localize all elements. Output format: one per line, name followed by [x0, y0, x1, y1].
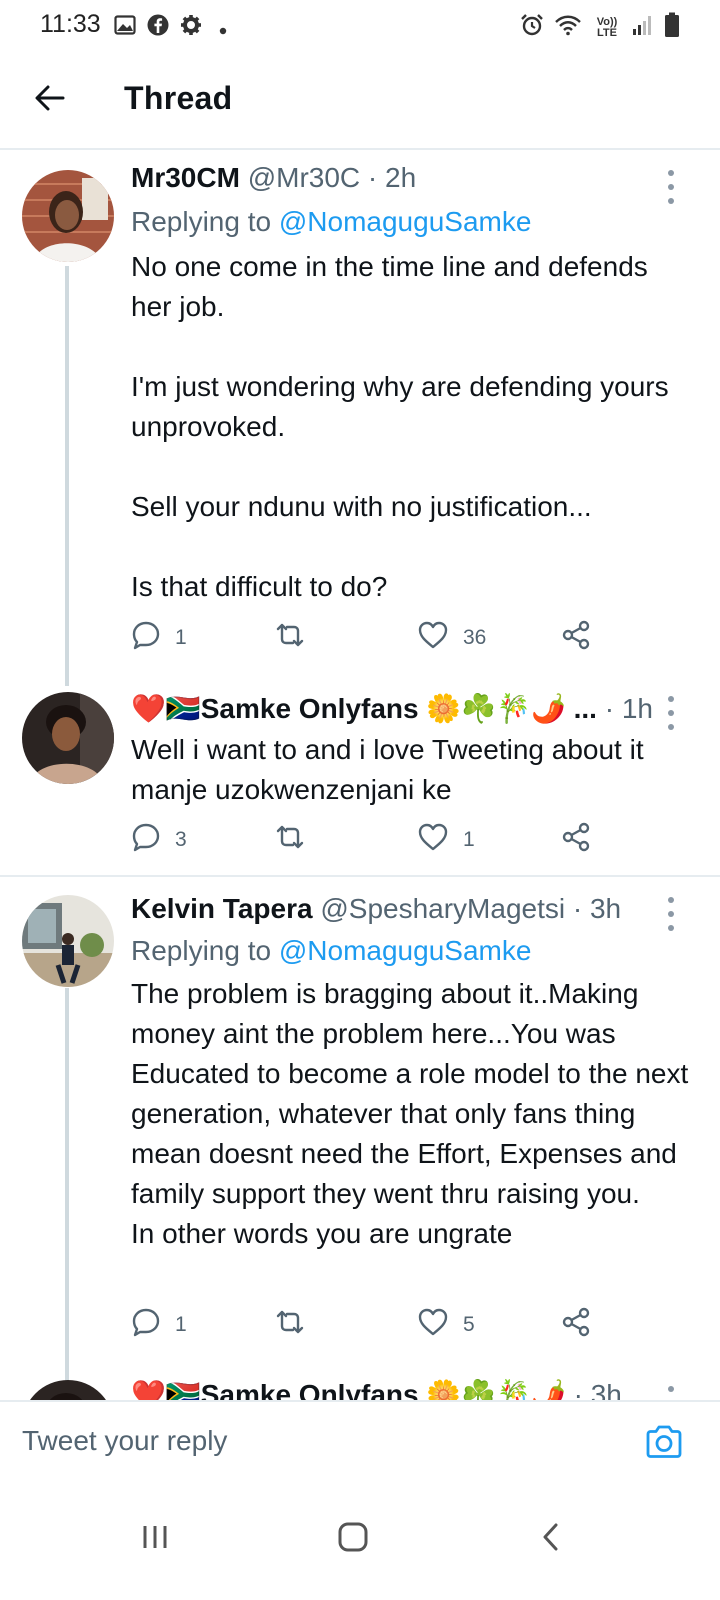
- like-count: 36: [463, 626, 487, 649]
- retweet-button[interactable]: [273, 822, 321, 858]
- share-button[interactable]: [561, 822, 591, 858]
- dot-icon: [219, 22, 227, 40]
- author-name[interactable]: Mr30CM: [131, 162, 240, 193]
- system-back-button[interactable]: [525, 1514, 575, 1564]
- tweet-header: ❤️🇿🇦Samke Onlyfans 🌼☘️🎋🌶️ · 3h: [131, 1378, 670, 1400]
- author-meta: @Mr30C · 2h: [239, 162, 417, 193]
- wifi-icon: [554, 14, 582, 41]
- like-count: 1: [463, 828, 475, 851]
- share-icon: [561, 620, 591, 656]
- more-options-button[interactable]: [662, 696, 680, 730]
- alarm-icon: [520, 13, 544, 42]
- arrow-left-icon: [35, 85, 65, 116]
- reply-icon: [131, 620, 161, 656]
- author-name[interactable]: Kelvin Tapera: [131, 893, 313, 924]
- like-button[interactable]: 5: [417, 1307, 475, 1343]
- back-button[interactable]: [28, 78, 72, 122]
- settings-icon: [180, 14, 202, 41]
- reply-button[interactable]: 3: [131, 822, 187, 858]
- like-button[interactable]: 1: [417, 822, 475, 858]
- replying-to: Replying to @NomaguguSamke: [131, 206, 531, 238]
- facebook-icon: [147, 14, 169, 41]
- replying-prefix: Replying to: [131, 935, 279, 966]
- system-nav-bar: [0, 1476, 720, 1600]
- retweet-button[interactable]: [273, 1307, 321, 1343]
- like-button[interactable]: 36: [417, 620, 486, 656]
- replying-prefix: Replying to: [131, 206, 279, 237]
- battery-icon: [664, 12, 680, 43]
- heart-icon: [417, 620, 449, 656]
- recent-apps-button[interactable]: [130, 1514, 180, 1564]
- thread-connector: [65, 266, 69, 686]
- tweet-header: Mr30CM @Mr30C · 2h: [131, 162, 670, 194]
- reply-icon: [131, 822, 161, 858]
- replying-handle[interactable]: @NomaguguSamke: [279, 935, 532, 966]
- reply-count: 1: [175, 626, 187, 649]
- author-meta: · 3h: [565, 1379, 622, 1400]
- tweet-item[interactable]: ❤️🇿🇦Samke Onlyfans 🌼☘️🎋🌶️ ... · 1h Well …: [0, 680, 720, 875]
- tweet-text: Well i want to and i love Tweeting about…: [131, 734, 644, 805]
- author-name[interactable]: ❤️🇿🇦Samke Onlyfans 🌼☘️🎋🌶️: [131, 1379, 566, 1400]
- author-meta: · 1h: [596, 693, 653, 724]
- tweet-item[interactable]: ❤️🇿🇦Samke Onlyfans 🌼☘️🎋🌶️ · 3h: [0, 1378, 720, 1400]
- heart-icon: [417, 1307, 449, 1343]
- thread-header: Thread: [0, 56, 720, 150]
- retweet-icon: [273, 822, 307, 858]
- more-options-button[interactable]: [662, 1386, 680, 1400]
- heart-icon: [417, 822, 449, 858]
- reply-button[interactable]: 1: [131, 1307, 187, 1343]
- tweet-header: ❤️🇿🇦Samke Onlyfans 🌼☘️🎋🌶️ ... · 1h: [131, 692, 670, 725]
- volte-label: Vo)) LTE: [596, 15, 618, 39]
- retweet-icon: [273, 620, 307, 656]
- reply-count: 1: [175, 1313, 187, 1336]
- volte-icon: Vo)) LTE: [592, 15, 622, 39]
- avatar[interactable]: [22, 170, 114, 262]
- replying-handle[interactable]: @NomaguguSamke: [279, 206, 532, 237]
- status-time: 11:33: [40, 10, 101, 38]
- status-bar: 11:33 Vo)) LTE: [0, 0, 720, 56]
- recent-apps-icon: [140, 1524, 170, 1555]
- share-button[interactable]: [561, 1307, 591, 1343]
- retweet-button[interactable]: [273, 620, 321, 656]
- avatar[interactable]: [22, 1380, 114, 1400]
- author-meta: @SpesharyMagetsi · 3h: [312, 893, 622, 924]
- more-options-button[interactable]: [662, 897, 680, 931]
- reply-icon: [131, 1307, 161, 1343]
- reply-count: 3: [175, 828, 187, 851]
- retweet-icon: [273, 1307, 307, 1343]
- reply-input[interactable]: [22, 1420, 622, 1462]
- reply-bar: [0, 1400, 720, 1478]
- tweet-text: The problem is bragging about it..Making…: [131, 978, 689, 1249]
- share-icon: [561, 822, 591, 858]
- tweet-item[interactable]: Kelvin Tapera @SpesharyMagetsi · 3h Repl…: [0, 880, 720, 1388]
- back-icon: [540, 1522, 560, 1557]
- status-icons-right: Vo)) LTE: [520, 12, 680, 43]
- thread-connector: [65, 988, 69, 1388]
- signal-icon: [632, 14, 654, 41]
- tweet-divider: [0, 875, 720, 877]
- tweet-actions: 1 5: [131, 1307, 601, 1343]
- avatar[interactable]: [22, 895, 114, 987]
- author-name[interactable]: ❤️🇿🇦Samke Onlyfans 🌼☘️🎋🌶️ ...: [131, 693, 597, 724]
- share-icon: [561, 1307, 591, 1343]
- thread-list[interactable]: Mr30CM @Mr30C · 2h Replying to @Nomagugu…: [0, 150, 720, 1400]
- tweet-text: No one come in the time line and defends…: [131, 251, 669, 602]
- share-button[interactable]: [561, 620, 591, 656]
- home-icon: [337, 1521, 369, 1558]
- replying-to: Replying to @NomaguguSamke: [131, 935, 531, 967]
- like-count: 5: [463, 1313, 475, 1336]
- gallery-icon: [114, 14, 136, 41]
- tweet-header: Kelvin Tapera @SpesharyMagetsi · 3h: [131, 893, 670, 925]
- avatar[interactable]: [22, 692, 114, 784]
- tweet-actions: 3 1: [131, 822, 601, 858]
- camera-icon: [644, 1425, 684, 1466]
- tweet-actions: 1 36: [131, 620, 601, 656]
- more-options-button[interactable]: [662, 170, 680, 204]
- tweet-item[interactable]: Mr30CM @Mr30C · 2h Replying to @Nomagugu…: [0, 150, 720, 686]
- reply-button[interactable]: 1: [131, 620, 187, 656]
- home-button[interactable]: [328, 1514, 378, 1564]
- page-title: Thread: [124, 80, 233, 116]
- camera-button[interactable]: [644, 1422, 684, 1462]
